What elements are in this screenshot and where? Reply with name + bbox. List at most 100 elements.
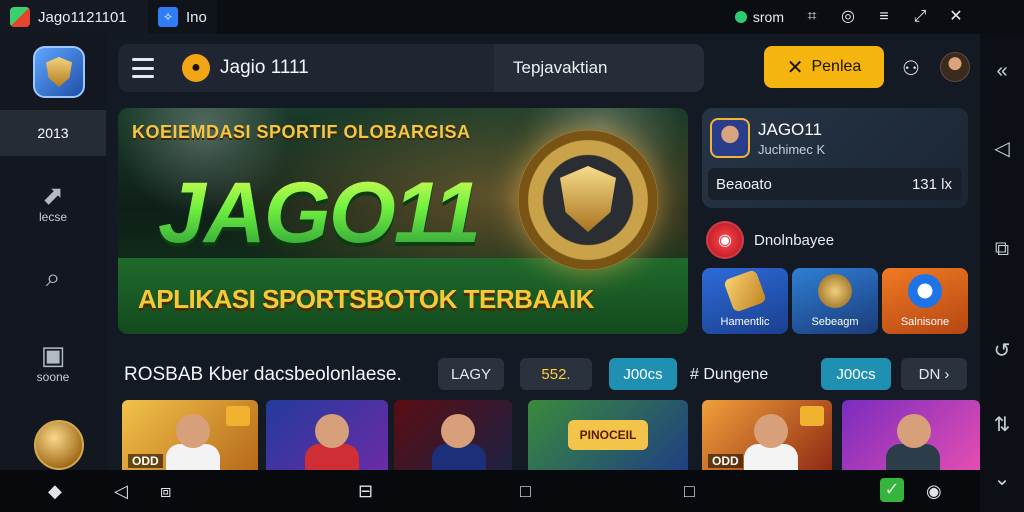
tile-salnisone[interactable]: Salnisone — [882, 268, 968, 334]
chip-label: DN — [918, 365, 941, 383]
section-title: ROSBAB Kber dacsbeolonlaese. — [124, 364, 402, 385]
ticket-icon — [723, 269, 767, 313]
tab-app-secondary[interactable]: ✧ Ino — [148, 0, 217, 34]
search-icon: ⌕ — [45, 262, 61, 292]
tile-sebeagm[interactable]: Sebeagm — [792, 268, 878, 334]
filter-chip-selected-2[interactable]: J00cs — [821, 358, 891, 390]
user-icon[interactable]: ⚇ — [902, 56, 920, 81]
close-icon[interactable]: ✕ — [948, 9, 964, 25]
sidebar-item-label: 2013 — [37, 125, 69, 141]
keyboard-icon[interactable]: ⧈ — [160, 480, 171, 502]
profile-name: JAGO11 — [758, 120, 822, 139]
network-label: srom — [752, 9, 784, 25]
coin-icon[interactable] — [34, 420, 84, 470]
filter-chip[interactable]: LAGY — [438, 358, 504, 390]
filter-chip-hot[interactable]: 552. — [520, 358, 592, 390]
game-tag: ODD — [708, 454, 743, 468]
nav-link[interactable]: Tepjavaktian — [513, 58, 608, 78]
emblem-icon — [518, 130, 658, 270]
restore-icon[interactable]: ⤢ — [912, 9, 928, 25]
app-shortcut-icon[interactable]: ✓ — [880, 478, 904, 502]
live-label: Dnolnbayee — [754, 231, 835, 249]
trend-icon: ⬈ — [42, 180, 64, 210]
back-icon[interactable]: ◁ — [980, 136, 1024, 161]
filter-chip-selected[interactable]: J00cs — [609, 358, 677, 390]
cta-button[interactable]: ✕ Penlea — [764, 46, 884, 88]
help-icon[interactable]: ◎ — [840, 9, 856, 25]
player-head — [754, 414, 788, 448]
top-nav: ● Jagio 1111 Tepjavaktian — [118, 44, 704, 92]
apps-icon[interactable]: ⊟ — [358, 480, 373, 502]
player-head — [441, 414, 476, 448]
sidebar-item-trend[interactable]: ⬈ lecse — [0, 180, 106, 224]
profile-subtitle: Juchimec K — [758, 142, 826, 157]
home-diamond-icon[interactable]: ◆ — [48, 480, 62, 502]
chat-icon — [908, 274, 942, 308]
balance-label: Beaoato — [716, 176, 772, 193]
brand-name: Jagio 1111 — [220, 57, 309, 78]
game-logo: PINOCEIL — [568, 420, 648, 450]
tile-label: Salnisone — [900, 316, 950, 328]
status-dot-icon — [734, 11, 747, 23]
live-icon: ◉ — [706, 221, 744, 259]
window-titlebar: Jago1121101 ✧ Ino srom ⌗ ◎ ≡ ⤢ ✕ — [0, 0, 1024, 34]
home-icon[interactable]: □ — [520, 480, 531, 502]
close-x-icon: ✕ — [786, 56, 804, 79]
sidebar-item-active[interactable]: 2013 — [0, 110, 106, 156]
tile-label: Sebeagm — [811, 316, 859, 328]
tab-app-main[interactable]: Jago1121101 — [0, 0, 148, 34]
rotate-icon[interactable]: ↺ — [980, 338, 1024, 363]
emulator-sidebar: « ◁ ⧉ ↺ ⇅ ⌄ — [980, 34, 1024, 512]
sync-icon[interactable]: ⇅ — [980, 412, 1024, 437]
game-badge — [226, 406, 250, 426]
profile-card[interactable]: JAGO11 Juchimec K Beaoato 131 lx — [702, 108, 968, 208]
sidebar-item-store[interactable]: ▣ soone — [0, 340, 106, 384]
tile-label: Hamentlic — [720, 316, 770, 328]
app-logo-icon — [10, 7, 30, 27]
player-head — [897, 414, 932, 448]
back-nav-icon[interactable]: ◁ — [114, 480, 128, 502]
sidebar-item-label: lecse — [38, 210, 67, 224]
user-badge-icon: ● — [182, 54, 210, 82]
player-head — [176, 414, 211, 448]
game-card[interactable]: PINOCEIL — [528, 400, 688, 470]
gamepad-icon[interactable]: ◉ — [926, 480, 942, 502]
live-row[interactable]: ◉ Dnolnbayee — [706, 221, 968, 259]
sidebar-logo[interactable] — [33, 46, 85, 98]
filter-bar: ROSBAB Kber dacsbeolonlaese. LAGY 552. J… — [106, 354, 980, 394]
screenshot-icon[interactable]: ⧉ — [980, 238, 1024, 261]
shield-icon — [46, 57, 72, 87]
network-status[interactable]: srom — [734, 9, 784, 25]
recents-icon[interactable]: □ — [684, 480, 695, 502]
hamburger-menu-icon[interactable] — [132, 58, 154, 78]
filter-label[interactable]: # Dungene — [690, 366, 768, 384]
game-card[interactable]: ODD — [122, 400, 258, 470]
collapse-icon[interactable]: « — [980, 60, 1024, 83]
more-icon[interactable]: ⌄ — [980, 466, 1024, 491]
avatar[interactable] — [940, 52, 970, 82]
games-row: ODD PINOCEIL ODD — [122, 400, 980, 470]
game-card[interactable] — [266, 400, 388, 470]
hero-subtitle: APLIKASI SPORTSBOTOK TERBAAIK — [138, 284, 594, 314]
game-card[interactable]: ODD — [702, 400, 832, 470]
store-icon: ▣ — [40, 340, 66, 370]
profile-avatar — [710, 118, 750, 158]
grid-icon[interactable]: ⌗ — [804, 9, 820, 25]
hero-banner[interactable]: KOEIEMDASI SPORTIF OLOBARGISA JAGO11 APL… — [118, 108, 688, 334]
chevron-right-icon: › — [944, 365, 950, 383]
sidebar-item-label: soone — [36, 370, 70, 384]
tab-title: Jago1121101 — [38, 8, 127, 26]
filter-chip-next[interactable]: DN › — [901, 358, 967, 390]
tab-title-secondary: Ino — [186, 8, 207, 26]
game-card[interactable] — [394, 400, 512, 470]
balance-row[interactable]: Beaoato 131 lx — [708, 168, 962, 200]
tile-hamentlic[interactable]: Hamentlic — [702, 268, 788, 334]
cta-label: Penlea — [811, 58, 862, 75]
sidebar-item-search[interactable]: ⌕ — [0, 262, 106, 292]
emulator-bottombar: ◆ ◁ ⧈ ⊟ □ □ ✓ ◉ — [0, 470, 980, 512]
hero-top-text: KOEIEMDASI SPORTIF OLOBARGISA — [132, 122, 471, 142]
game-card[interactable] — [842, 400, 980, 470]
menu-icon[interactable]: ≡ — [876, 9, 892, 25]
player-head — [314, 414, 349, 448]
game-badge — [800, 406, 824, 426]
